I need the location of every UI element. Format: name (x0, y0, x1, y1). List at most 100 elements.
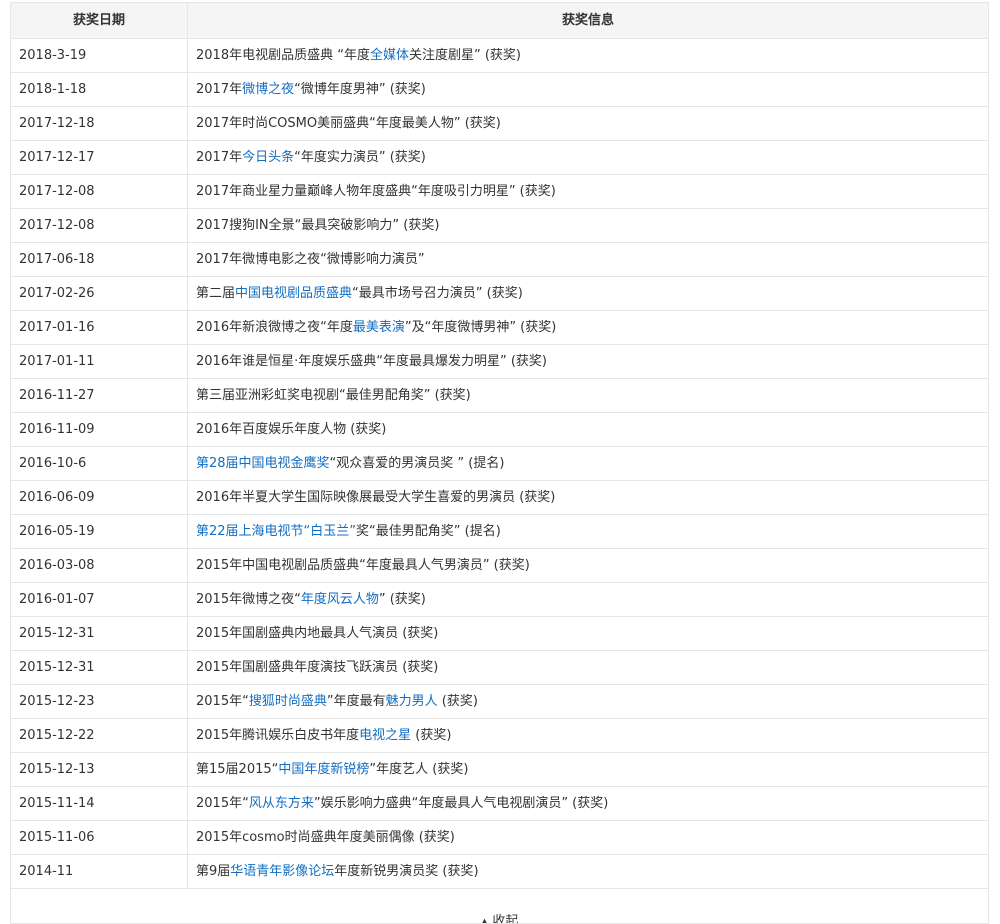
table-row: 2017-12-08 2017搜狗IN全景“最具突破影响力” (获奖) (10, 208, 989, 243)
table-row: 2017-12-17 2017年今日头条“年度实力演员” (获奖) (10, 140, 989, 175)
award-text: 2015年国剧盛典内地最具人气演员 (获奖) (196, 626, 439, 641)
award-text: 2015年中国电视剧品质盛典“年度最具人气男演员” (获奖) (196, 558, 530, 573)
award-info-cell: 2017年商业星力量巅峰人物年度盛典“年度吸引力明星” (获奖) (187, 174, 989, 209)
award-link[interactable]: 全媒体 (370, 48, 409, 63)
award-date-cell: 2016-11-09 (10, 412, 188, 447)
award-date-cell: 2017-12-18 (10, 106, 188, 141)
award-date-cell: 2016-03-08 (10, 548, 188, 583)
award-info-cell: 第28届中国电视金鹰奖“观众喜爱的男演员奖 ” (提名) (187, 446, 989, 481)
award-info-cell: 2015年中国电视剧品质盛典“年度最具人气男演员” (获奖) (187, 548, 989, 583)
award-date-cell: 2017-02-26 (10, 276, 188, 311)
award-info-cell: 2016年半夏大学生国际映像展最受大学生喜爱的男演员 (获奖) (187, 480, 989, 515)
award-text: ”及“年度微博男神” (获奖) (404, 320, 557, 335)
table-row: 2015-12-31 2015年国剧盛典内地最具人气演员 (获奖) (10, 616, 989, 651)
award-link[interactable]: 电视之星 (359, 728, 411, 743)
award-info-cell: 2017年今日头条“年度实力演员” (获奖) (187, 140, 989, 175)
award-link[interactable]: 风从东方来 (249, 796, 314, 811)
award-text: “最具市场号召力演员” (获奖) (352, 286, 523, 301)
award-text: 年度新锐男演员奖 (获奖) (334, 864, 479, 879)
award-text: 第15届2015“ (196, 762, 279, 777)
award-info-cell: 2015年微博之夜“年度风云人物” (获奖) (187, 582, 989, 617)
table-row: 2016-05-19 第22届上海电视节“白玉兰”奖“最佳男配角奖” (提名) (10, 514, 989, 549)
award-text: 2017年商业星力量巅峰人物年度盛典“年度吸引力明星” (获奖) (196, 184, 556, 199)
award-text: 2017年时尚COSMO美丽盛典“年度最美人物” (获奖) (196, 116, 501, 131)
award-date-cell: 2015-12-13 (10, 752, 188, 787)
table-row: 2015-12-31 2015年国剧盛典年度演技飞跃演员 (获奖) (10, 650, 989, 685)
table-header-row: 获奖日期 获奖信息 (10, 2, 989, 39)
award-link[interactable]: 搜狐时尚盛典 (249, 694, 327, 709)
collapse-button[interactable]: ▲ 收起 (480, 914, 519, 924)
award-link[interactable]: 年度风云人物 (301, 592, 379, 607)
award-text: 2018年电视剧品质盛典 “年度 (196, 48, 370, 63)
award-text: (获奖) (437, 694, 478, 709)
award-date-cell: 2016-06-09 (10, 480, 188, 515)
table-row: 2016-01-07 2015年微博之夜“年度风云人物” (获奖) (10, 582, 989, 617)
award-date-cell: 2017-12-17 (10, 140, 188, 175)
award-link[interactable]: 魅力男人 (386, 694, 438, 709)
award-link[interactable]: 中国年度新锐榜 (278, 762, 369, 777)
award-date-cell: 2016-05-19 (10, 514, 188, 549)
award-text: ”年度艺人 (获奖) (369, 762, 469, 777)
award-date-cell: 2015-12-22 (10, 718, 188, 753)
award-date-cell: 2017-12-08 (10, 208, 188, 243)
award-text: 2016年半夏大学生国际映像展最受大学生喜爱的男演员 (获奖) (196, 490, 556, 505)
award-date-cell: 2018-1-18 (10, 72, 188, 107)
award-date-cell: 2015-12-31 (10, 650, 188, 685)
table-row: 2017-01-16 2016年新浪微博之夜“年度最美表演”及“年度微博男神” (… (10, 310, 989, 345)
award-text: 第二届 (196, 286, 236, 301)
award-text: (获奖) (411, 728, 452, 743)
award-link[interactable]: 华语青年影像论坛 (230, 864, 334, 879)
award-info-cell: 第二届中国电视剧品质盛典“最具市场号召力演员” (获奖) (187, 276, 989, 311)
award-text: 2017年 (196, 150, 243, 165)
awards-body: 2018-3-19 2018年电视剧品质盛典 “年度全媒体关注度剧星” (获奖) 2… (10, 38, 989, 889)
award-info-cell: 第15届2015“中国年度新锐榜”年度艺人 (获奖) (187, 752, 989, 787)
award-info-cell: 2015年“风从东方来”娱乐影响力盛典“年度最具人气电视剧演员” (获奖) (187, 786, 989, 821)
award-info-cell: 2016年谁是恒星·年度娱乐盛典“年度最具爆发力明星” (获奖) (187, 344, 989, 379)
award-date-cell: 2017-12-08 (10, 174, 188, 209)
award-link[interactable]: 微博之夜 (242, 82, 294, 97)
award-text: 2016年谁是恒星·年度娱乐盛典“年度最具爆发力明星” (获奖) (196, 354, 547, 369)
collapse-cell: ▲ 收起 (10, 888, 989, 924)
header-date: 获奖日期 (10, 2, 188, 39)
table-row: 2017-12-18 2017年时尚COSMO美丽盛典“年度最美人物” (获奖) (10, 106, 989, 141)
award-info-cell: 2016年新浪微博之夜“年度最美表演”及“年度微博男神” (获奖) (187, 310, 989, 345)
award-link[interactable]: 第28届中国电视金鹰奖 (196, 456, 330, 471)
award-date-cell: 2016-10-6 (10, 446, 188, 481)
table-row: 2016-03-08 2015年中国电视剧品质盛典“年度最具人气男演员” (获奖) (10, 548, 989, 583)
table-row: 2016-10-6 第28届中国电视金鹰奖“观众喜爱的男演员奖 ” (提名) (10, 446, 989, 481)
award-info-cell: 2017年时尚COSMO美丽盛典“年度最美人物” (获奖) (187, 106, 989, 141)
award-link[interactable]: 最美表演 (353, 320, 405, 335)
awards-table: 获奖日期 获奖信息 2018-3-19 2018年电视剧品质盛典 “年度全媒体关注… (10, 2, 989, 924)
award-info-cell: 2018年电视剧品质盛典 “年度全媒体关注度剧星” (获奖) (187, 38, 989, 73)
table-row: 2017-02-26 第二届中国电视剧品质盛典“最具市场号召力演员” (获奖) (10, 276, 989, 311)
award-text: 关注度剧星” (获奖) (408, 48, 521, 63)
award-date-cell: 2014-11 (10, 854, 188, 889)
award-date-cell: 2016-01-07 (10, 582, 188, 617)
table-row: 2015-12-13 第15届2015“中国年度新锐榜”年度艺人 (获奖) (10, 752, 989, 787)
award-info-cell: 2017搜狗IN全景“最具突破影响力” (获奖) (187, 208, 989, 243)
award-text: ”年度最有 (326, 694, 386, 709)
award-info-cell: 第三届亚洲彩虹奖电视剧“最佳男配角奖” (获奖) (187, 378, 989, 413)
award-date-cell: 2015-11-14 (10, 786, 188, 821)
award-date-cell: 2015-11-06 (10, 820, 188, 855)
award-date-cell: 2017-01-16 (10, 310, 188, 345)
award-info-cell: 2017年微博之夜“微博年度男神” (获奖) (187, 72, 989, 107)
award-info-cell: 2015年国剧盛典内地最具人气演员 (获奖) (187, 616, 989, 651)
award-link[interactable]: 第22届上海电视节“白玉兰” (196, 524, 356, 539)
award-text: ” (获奖) (378, 592, 426, 607)
award-date-cell: 2017-06-18 (10, 242, 188, 277)
award-text: 2017年微博电影之夜“微博影响力演员” (196, 252, 425, 267)
award-info-cell: 第9届华语青年影像论坛年度新锐男演员奖 (获奖) (187, 854, 989, 889)
award-text: 2015年国剧盛典年度演技飞跃演员 (获奖) (196, 660, 439, 675)
header-info: 获奖信息 (187, 2, 989, 39)
award-text: 2017年 (196, 82, 243, 97)
award-text: “年度实力演员” (获奖) (294, 150, 426, 165)
award-info-cell: 2015年国剧盛典年度演技飞跃演员 (获奖) (187, 650, 989, 685)
award-text: 2016年百度娱乐年度人物 (获奖) (196, 422, 387, 437)
chevron-up-icon: ▲ (480, 917, 489, 924)
award-link[interactable]: 中国电视剧品质盛典 (235, 286, 352, 301)
table-row: 2015-11-14 2015年“风从东方来”娱乐影响力盛典“年度最具人气电视剧演… (10, 786, 989, 821)
award-text: 2017搜狗IN全景“最具突破影响力” (获奖) (196, 218, 440, 233)
award-text: 2015年腾讯娱乐白皮书年度 (196, 728, 360, 743)
award-link[interactable]: 今日头条 (242, 150, 294, 165)
